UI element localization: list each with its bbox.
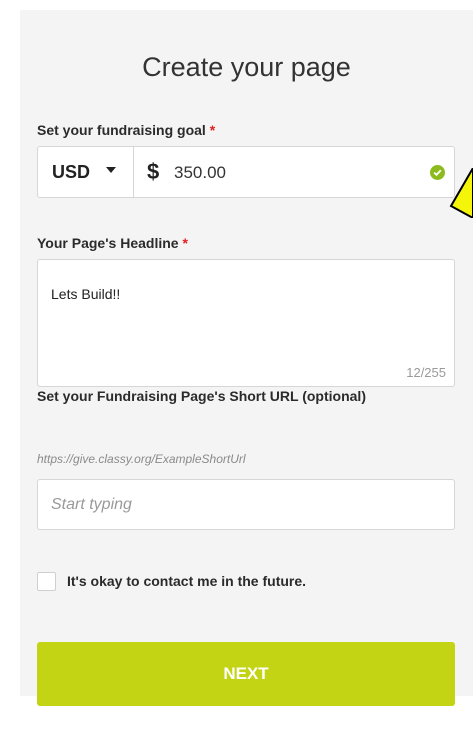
short-url-placeholder: Start typing: [51, 496, 132, 513]
required-mark: *: [182, 235, 188, 251]
currency-value: USD: [52, 162, 91, 182]
required-mark: *: [209, 122, 216, 138]
chevron-down-icon: [106, 167, 116, 173]
page-title: Create your page: [142, 52, 351, 82]
goal-amount-input[interactable]: 350.00: [174, 163, 226, 183]
contact-checkbox[interactable]: [37, 572, 56, 591]
goal-field: USD $ 350.00: [37, 146, 455, 198]
currency-symbol: $: [147, 159, 160, 184]
short-url-input[interactable]: Start typing: [37, 479, 455, 530]
headline-value: Lets Build!!: [51, 286, 121, 302]
goal-label: Set your fundraising goal *: [37, 122, 215, 138]
short-url-hint: https://give.classy.org/ExampleShortUrl: [37, 452, 246, 466]
next-button[interactable]: NEXT: [37, 642, 455, 706]
short-url-label: Set your Fundraising Page's Short URL (o…: [37, 388, 366, 404]
character-counter: 12/255: [406, 365, 446, 380]
currency-select[interactable]: USD: [38, 147, 134, 197]
headline-label-text: Your Page's Headline: [37, 235, 179, 251]
contact-label: It's okay to contact me in the future.: [67, 573, 307, 589]
arrow-icon: [449, 168, 473, 218]
check-circle-icon: [430, 165, 445, 180]
headline-textarea[interactable]: Lets Build!! 12/255: [37, 259, 455, 387]
goal-label-text: Set your fundraising goal: [37, 122, 206, 138]
headline-label: Your Page's Headline *: [37, 235, 188, 251]
create-page-panel: Create your page Set your fundraising go…: [20, 10, 473, 706]
